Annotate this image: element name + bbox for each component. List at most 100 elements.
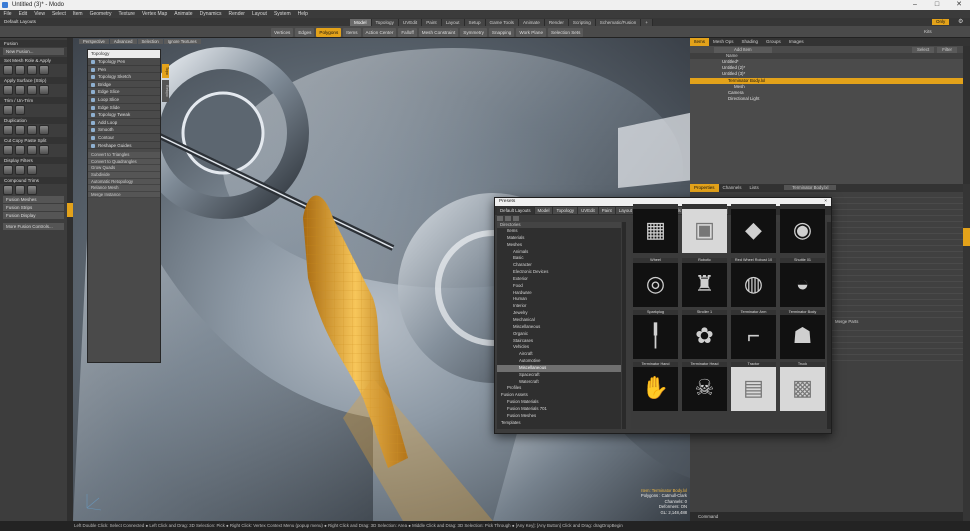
section-set-mesh-role[interactable]: Set Mesh Role & Apply	[0, 57, 67, 64]
item-list-row[interactable]: Directional Light	[690, 96, 963, 102]
tab-schematic-fusion[interactable]: Schematic/Fusion	[595, 18, 642, 26]
presets-layout-select[interactable]: Default Layouts	[497, 207, 534, 214]
menu-view[interactable]: View	[31, 10, 49, 18]
tool-icon[interactable]	[39, 145, 49, 155]
directory-row[interactable]: Fusion Meshes	[497, 413, 621, 420]
tool-icon[interactable]	[3, 105, 13, 115]
automatic-retopology-button[interactable]: Automatic Retopology	[88, 178, 160, 186]
tool-icon[interactable]	[27, 145, 37, 155]
menu-dynamics[interactable]: Dynamics	[196, 10, 225, 18]
directory-row[interactable]: Human	[497, 296, 621, 303]
presets-tab-uvedit[interactable]: UVEdit	[578, 207, 598, 214]
menu-edit[interactable]: Edit	[15, 10, 31, 18]
directory-row[interactable]: Hardware	[497, 290, 621, 297]
tab-render[interactable]: Render	[544, 18, 569, 26]
menu-file[interactable]: File	[0, 10, 15, 18]
kits-button[interactable]: Kits	[924, 29, 932, 34]
retopo-side-tab[interactable]: Retopo	[162, 80, 169, 102]
loop-slice-tool[interactable]: Loop Slice	[88, 96, 160, 104]
tab-channels[interactable]: Channels	[719, 184, 746, 192]
directory-row[interactable]: Animals	[497, 249, 621, 256]
symmetry-button[interactable]: Symmetry	[460, 27, 487, 37]
tool-icon[interactable]	[15, 85, 25, 95]
directory-row[interactable]: Automotive	[497, 358, 621, 365]
directory-row[interactable]: Items	[497, 228, 621, 235]
only-toggle[interactable]: Only	[932, 19, 950, 25]
smooth-tool[interactable]: Smooth	[88, 126, 160, 134]
section-trim[interactable]: Trim / Un-Trim	[0, 97, 67, 104]
more-fusion-controls-button[interactable]: More Fusion Controls...	[3, 223, 64, 230]
bridge-tool[interactable]: Bridge	[88, 81, 160, 89]
tree-scrollbar[interactable]	[622, 222, 626, 429]
reshape-guides-tool[interactable]: Reshape Guides	[88, 142, 160, 150]
tab-properties[interactable]: Properties	[690, 184, 719, 192]
tool-icon[interactable]	[15, 125, 25, 135]
directory-row[interactable]: Profiles	[497, 385, 621, 392]
tool-icon[interactable]	[39, 125, 49, 135]
directory-row[interactable]: Fusion Assets	[497, 392, 621, 399]
section-cut-copy-paste[interactable]: Cut Copy Paste Split	[0, 137, 67, 144]
up-icon[interactable]	[513, 216, 519, 221]
menu-item[interactable]: Item	[69, 10, 86, 18]
preset-thumbnail[interactable]: Terminator Hand ✋	[633, 362, 678, 411]
directory-row[interactable]: Spacecraft	[497, 372, 621, 379]
tool-icon[interactable]	[39, 85, 49, 95]
command-field[interactable]: Command	[690, 512, 963, 521]
tool-icon[interactable]	[15, 145, 25, 155]
tool-icon[interactable]	[3, 65, 13, 75]
directory-row[interactable]: Organic	[497, 331, 621, 338]
preset-thumbnail[interactable]: Terminator Head ☠	[682, 362, 727, 411]
topology-pen-tool[interactable]: Topology Pen	[88, 58, 160, 66]
preset-thumbnail[interactable]: Terminator Arm ⌐	[731, 310, 776, 359]
tool-icon[interactable]	[27, 185, 37, 195]
tab-animate[interactable]: Animate	[518, 18, 545, 26]
menu-animate[interactable]: Animate	[171, 10, 196, 18]
directory-row[interactable]: Staircases	[497, 338, 621, 345]
preset-thumbnail[interactable]: Red Wheel Robust 10 ◍	[731, 258, 776, 307]
preset-thumbnail[interactable]: Stroller 1 ✿	[682, 310, 727, 359]
tab-game-tools[interactable]: Game Tools	[485, 18, 519, 26]
layout-select[interactable]: Default Layouts	[4, 18, 36, 26]
preset-thumbnail[interactable]: ▣	[682, 204, 727, 253]
preset-thumbnail[interactable]: Truck ▩	[780, 362, 825, 411]
section-display-filters[interactable]: Display Filters	[0, 157, 67, 164]
close-icon[interactable]: ✕	[948, 0, 970, 10]
convert-to-triangles-button[interactable]: Convert to Triangles	[88, 152, 160, 159]
tool-icon[interactable]	[27, 125, 37, 135]
items-mode-button[interactable]: Items	[343, 27, 361, 37]
preset-thumbnail[interactable]: ▦	[633, 204, 678, 253]
topology-sketch-tool[interactable]: Topology Sketch	[88, 73, 160, 81]
directory-row[interactable]: Interior	[497, 303, 621, 310]
relance-mesh-button[interactable]: Relance Mesh	[88, 185, 160, 192]
advanced-tab[interactable]: Advanced	[109, 39, 137, 44]
directory-row[interactable]: Jewelry	[497, 310, 621, 317]
directory-row[interactable]: Electronic Devices	[497, 269, 621, 276]
directory-row[interactable]: Character	[497, 262, 621, 269]
menu-system[interactable]: System	[270, 10, 294, 18]
tab-model[interactable]: Model	[350, 18, 372, 26]
maximize-icon[interactable]: □	[926, 0, 948, 10]
menu-select[interactable]: Select	[48, 10, 69, 18]
directory-row[interactable]: Meshes	[497, 242, 621, 249]
directory-row[interactable]: Vehicles	[497, 344, 621, 351]
tab-setup[interactable]: Setup	[464, 18, 486, 26]
directory-row[interactable]: Fusion Materials 701	[497, 406, 621, 413]
selection-tab[interactable]: Selection	[137, 39, 163, 44]
snapping-button[interactable]: Snapping	[488, 27, 515, 37]
tool-icon[interactable]	[27, 165, 37, 175]
presets-tab-topology[interactable]: Topology	[553, 207, 578, 214]
section-compound-trims[interactable]: Compound Trims	[0, 177, 67, 184]
tool-icon[interactable]	[3, 85, 13, 95]
active-right-vtab[interactable]	[963, 228, 970, 246]
presets-tab-model[interactable]: Model	[534, 207, 553, 214]
menu-geometry[interactable]: Geometry	[86, 10, 115, 18]
menu-layout[interactable]: Layout	[248, 10, 270, 18]
tab-groups[interactable]: Groups	[762, 38, 785, 46]
directory-row[interactable]: Miscellaneous	[497, 364, 621, 372]
directory-row[interactable]: Exterior	[497, 276, 621, 283]
menu-help[interactable]: Help	[294, 10, 311, 18]
edge-slice-tool[interactable]: Edge Slice	[88, 88, 160, 96]
section-apply-surface[interactable]: Apply Surface (Strip)	[0, 77, 67, 84]
preset-thumbnail[interactable]: Terminator Body ☗	[780, 310, 825, 359]
fusion-display-button[interactable]: Fusion Display	[3, 212, 64, 219]
